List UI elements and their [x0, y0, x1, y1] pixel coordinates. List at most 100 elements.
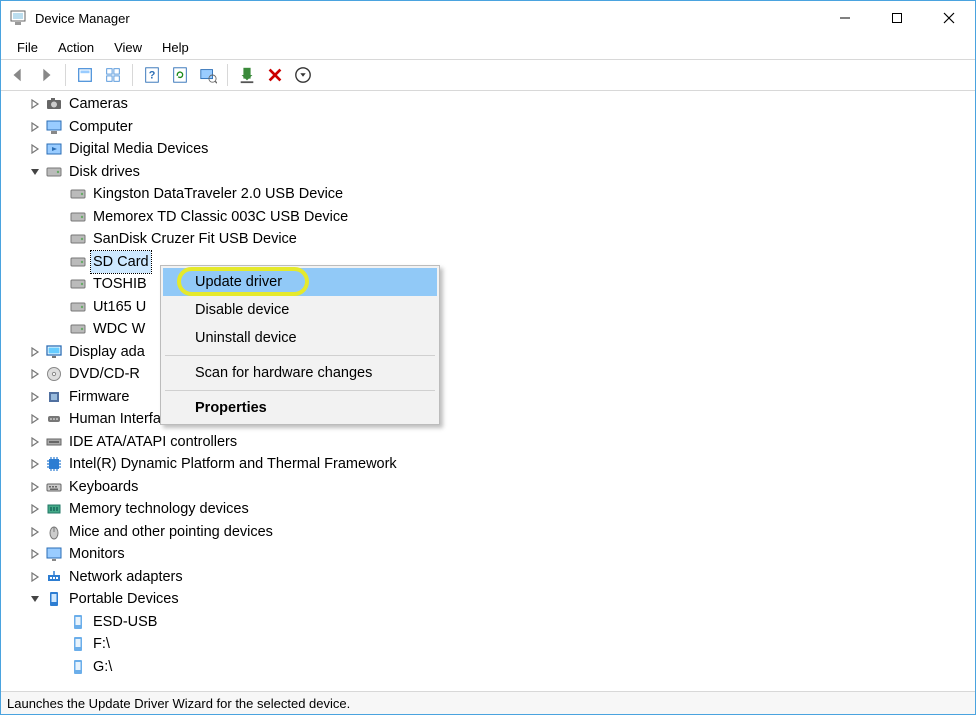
tree-node-label: Display ada [67, 341, 147, 364]
context-menu-item[interactable]: Update driver [163, 268, 437, 296]
collapse-icon[interactable] [27, 591, 43, 607]
expand-icon[interactable] [27, 479, 43, 495]
tree-node[interactable]: Display ada [9, 341, 975, 364]
forward-button[interactable] [33, 62, 59, 88]
update-driver-button[interactable] [234, 62, 260, 88]
tree-node-label: Firmware [67, 386, 131, 409]
context-menu-separator [165, 390, 435, 391]
app-icon [9, 9, 27, 27]
tree-node-label: Network adapters [67, 566, 185, 589]
disk-icon [69, 298, 87, 316]
network-icon [45, 568, 63, 586]
expand-icon[interactable] [27, 524, 43, 540]
toolbar-separator [132, 64, 133, 86]
tree-node[interactable]: Human Interface Devices [9, 408, 975, 431]
tree-node[interactable]: DVD/CD-R [9, 363, 975, 386]
tree-node[interactable]: Intel(R) Dynamic Platform and Thermal Fr… [9, 453, 975, 476]
toolbar-separator [227, 64, 228, 86]
expand-icon[interactable] [27, 411, 43, 427]
tree-node[interactable]: Ut165 U [9, 296, 975, 319]
tree-node[interactable]: Portable Devices [9, 588, 975, 611]
device-tree[interactable]: CamerasComputerDigital Media DevicesDisk… [1, 91, 975, 691]
tree-node[interactable]: F:\ [9, 633, 975, 656]
tree-node-label: SanDisk Cruzer Fit USB Device [91, 228, 299, 251]
tree-node-label: SD Card [91, 251, 151, 274]
expand-icon[interactable] [27, 366, 43, 382]
chip-icon [45, 455, 63, 473]
uninstall-device-button[interactable] [262, 62, 288, 88]
maximize-button[interactable] [871, 1, 923, 35]
tree-node[interactable]: WDC W [9, 318, 975, 341]
tree-node[interactable]: Network adapters [9, 566, 975, 589]
tree-node[interactable]: Computer [9, 116, 975, 139]
context-menu-item[interactable]: Scan for hardware changes [163, 359, 437, 387]
portable-icon [45, 590, 63, 608]
context-menu-item[interactable]: Properties [163, 394, 437, 422]
tree-node[interactable]: Disk drives [9, 161, 975, 184]
tree-node-label: F:\ [91, 633, 112, 656]
usb-icon [69, 613, 87, 631]
tree-node[interactable]: Cameras [9, 93, 975, 116]
tree-node-label: TOSHIB [91, 273, 149, 296]
tree-node[interactable]: Memory technology devices [9, 498, 975, 521]
tree-node[interactable]: SanDisk Cruzer Fit USB Device [9, 228, 975, 251]
tree-node-label: Ut165 U [91, 296, 148, 319]
disable-device-button[interactable] [290, 62, 316, 88]
back-button[interactable] [5, 62, 31, 88]
computer-icon [45, 118, 63, 136]
usb-icon [69, 635, 87, 653]
collapse-icon[interactable] [27, 164, 43, 180]
tree-node[interactable]: Mice and other pointing devices [9, 521, 975, 544]
scan-hardware-button[interactable] [195, 62, 221, 88]
menu-view[interactable]: View [104, 38, 152, 57]
context-menu-item[interactable]: Uninstall device [163, 324, 437, 352]
context-menu-item[interactable]: Disable device [163, 296, 437, 324]
tree-node[interactable]: Monitors [9, 543, 975, 566]
tree-node-label: Computer [67, 116, 135, 139]
expand-icon[interactable] [27, 119, 43, 135]
expand-icon[interactable] [27, 96, 43, 112]
camera-icon [45, 95, 63, 113]
tree-node[interactable]: Memorex TD Classic 003C USB Device [9, 206, 975, 229]
menu-action[interactable]: Action [48, 38, 104, 57]
firmware-icon [45, 388, 63, 406]
menu-help[interactable]: Help [152, 38, 199, 57]
window-title: Device Manager [35, 11, 819, 26]
expand-icon[interactable] [27, 569, 43, 585]
expand-icon[interactable] [27, 546, 43, 562]
expand-icon[interactable] [27, 344, 43, 360]
disk-icon [69, 320, 87, 338]
expand-icon[interactable] [27, 456, 43, 472]
tree-node[interactable]: Firmware [9, 386, 975, 409]
expand-icon[interactable] [27, 141, 43, 157]
properties-button[interactable] [100, 62, 126, 88]
tree-node[interactable]: SD Card [9, 251, 975, 274]
expand-icon[interactable] [27, 389, 43, 405]
close-button[interactable] [923, 1, 975, 35]
tree-node[interactable]: IDE ATA/ATAPI controllers [9, 431, 975, 454]
expand-icon[interactable] [27, 501, 43, 517]
show-hide-console-tree-button[interactable] [72, 62, 98, 88]
disk-icon [69, 208, 87, 226]
action-button[interactable] [167, 62, 193, 88]
tree-node-label: DVD/CD-R [67, 363, 142, 386]
tree-node[interactable]: G:\ [9, 656, 975, 679]
help-button[interactable] [139, 62, 165, 88]
tree-node[interactable]: ESD-USB [9, 611, 975, 634]
menu-file[interactable]: File [7, 38, 48, 57]
tree-node[interactable]: TOSHIB [9, 273, 975, 296]
media-icon [45, 140, 63, 158]
tree-node-label: Kingston DataTraveler 2.0 USB Device [91, 183, 345, 206]
expand-icon[interactable] [27, 434, 43, 450]
tree-node[interactable]: Keyboards [9, 476, 975, 499]
tree-node[interactable]: Kingston DataTraveler 2.0 USB Device [9, 183, 975, 206]
tree-node-label: ESD-USB [91, 611, 159, 634]
tree-node-label: IDE ATA/ATAPI controllers [67, 431, 239, 454]
minimize-button[interactable] [819, 1, 871, 35]
keyboard-icon [45, 478, 63, 496]
usb-icon [69, 658, 87, 676]
tree-node-label: Monitors [67, 543, 127, 566]
tree-node[interactable]: Digital Media Devices [9, 138, 975, 161]
tree-node-label: Disk drives [67, 161, 142, 184]
context-menu: Update driverDisable deviceUninstall dev… [160, 265, 440, 425]
